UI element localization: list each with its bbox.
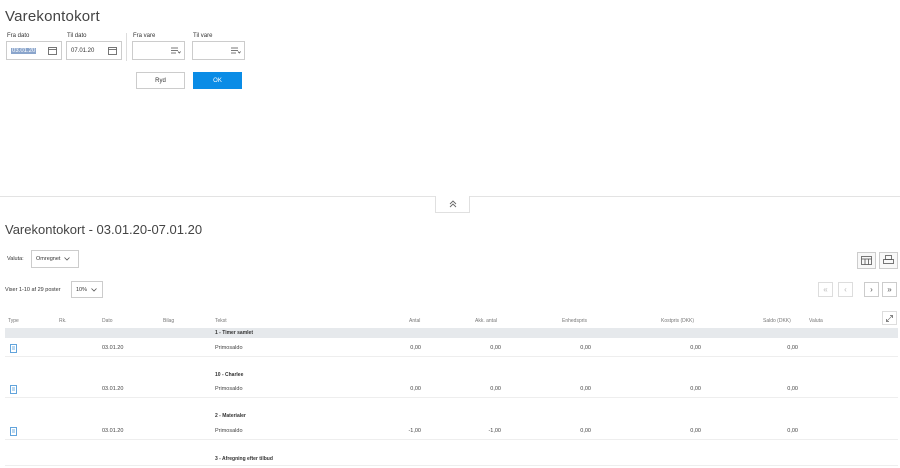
col-tekst[interactable]: Tekst: [215, 318, 227, 324]
col-kostpris[interactable]: Kostpris (DKK): [661, 318, 694, 324]
cell-enhedspris: 0,00: [580, 386, 591, 392]
list-lookup-icon[interactable]: [227, 42, 244, 59]
cell-dato: 03.01.20: [102, 386, 124, 392]
cell-kostpris: 0,00: [690, 428, 701, 434]
col-dato[interactable]: Dato: [102, 318, 113, 324]
collapse-filters-button[interactable]: [435, 196, 470, 213]
expand-icon: [886, 309, 893, 327]
calendar-icon[interactable]: [44, 42, 61, 59]
cell-tekst: Primosaldo: [215, 345, 243, 351]
next-page-button[interactable]: ›: [864, 282, 879, 297]
til-vare-label: Til vare: [193, 33, 213, 39]
paging-text: Viser 1-10 af 29 poster: [5, 287, 61, 293]
filter-separator: [126, 33, 127, 61]
cell-antal: 0,00: [410, 345, 421, 351]
clear-button[interactable]: Ryd: [136, 72, 185, 89]
currency-select[interactable]: Omregnet: [31, 250, 79, 268]
cell-akk-antal: 0,00: [490, 386, 501, 392]
currency-label: Valuta:: [7, 256, 24, 262]
expand-grid-button[interactable]: [882, 311, 897, 325]
report-title: Varekontokort - 03.01.20-07.01.20: [5, 222, 203, 237]
cell-saldo: 0,00: [787, 428, 798, 434]
print-button[interactable]: [879, 252, 898, 269]
col-saldo[interactable]: Saldo (DKK): [763, 318, 791, 324]
double-chevron-left-icon: «: [823, 285, 828, 294]
col-akk-antal[interactable]: Akk. antal: [475, 318, 497, 324]
group-header: 3 - Afregning efter tilbud: [215, 456, 273, 462]
col-rk[interactable]: Rk.: [59, 318, 67, 324]
double-chevron-right-icon: »: [887, 285, 892, 294]
col-enhedspris[interactable]: Enhedspris: [562, 318, 587, 324]
table-settings-button[interactable]: [857, 252, 876, 269]
cell-dato: 03.01.20: [102, 345, 124, 351]
chevron-left-icon: ‹: [844, 285, 847, 294]
last-page-button[interactable]: »: [882, 282, 897, 297]
calendar-icon[interactable]: [104, 42, 121, 59]
cell-kostpris: 0,00: [690, 386, 701, 392]
cell-tekst: Primosaldo: [215, 428, 243, 434]
previous-page-button[interactable]: ‹: [838, 282, 853, 297]
table-row[interactable]: 03.01.20 Primosaldo 0,00 0,00 0,00 0,00 …: [5, 340, 898, 357]
print-icon: [883, 252, 894, 270]
cell-dato: 03.01.20: [102, 428, 124, 434]
cell-antal: -1,00: [408, 428, 421, 434]
chevron-down-icon: [91, 287, 97, 292]
til-vare-field[interactable]: [192, 41, 245, 60]
double-chevron-up-icon: [449, 195, 457, 213]
document-icon[interactable]: [10, 344, 18, 353]
chevron-down-icon: [64, 257, 71, 261]
cell-kostpris: 0,00: [690, 345, 701, 351]
currency-select-value: Omregnet: [36, 256, 61, 262]
cell-antal: 0,00: [410, 386, 421, 392]
fra-dato-value[interactable]: 03.01.20: [7, 47, 44, 54]
group-header: 1 - Timer samlet: [5, 328, 898, 338]
col-antal[interactable]: Antal: [409, 318, 420, 324]
col-bilag[interactable]: Bilag: [163, 318, 174, 324]
fra-vare-label: Fra vare: [133, 33, 156, 39]
group-header: 10 - Charlee: [215, 372, 244, 378]
document-icon[interactable]: [10, 385, 18, 394]
chevron-right-icon: ›: [870, 285, 873, 294]
ok-button[interactable]: OK: [193, 72, 242, 89]
cell-enhedspris: 0,00: [580, 345, 591, 351]
fra-dato-field[interactable]: 03.01.20: [6, 41, 62, 60]
cell-tekst: Primosaldo: [215, 386, 243, 392]
row-divider: [5, 465, 898, 466]
first-page-button[interactable]: «: [818, 282, 833, 297]
cell-saldo: 0,00: [787, 345, 798, 351]
col-type[interactable]: Type: [8, 318, 19, 324]
til-dato-field[interactable]: 07.01.20: [66, 41, 122, 60]
document-icon[interactable]: [10, 427, 18, 436]
table-row[interactable]: 03.01.20 Primosaldo -1,00 -1,00 0,00 0,0…: [5, 423, 898, 440]
til-dato-label: Til dato: [67, 33, 87, 39]
cell-saldo: 0,00: [787, 386, 798, 392]
fra-dato-label: Fra dato: [7, 33, 30, 39]
page-title: Varekontokort: [5, 8, 100, 25]
fra-vare-field[interactable]: [132, 41, 185, 60]
cell-enhedspris: 0,00: [580, 428, 591, 434]
group-header: 2 - Materialer: [215, 413, 246, 419]
page-size-select[interactable]: 10%: [71, 281, 103, 298]
til-dato-value[interactable]: 07.01.20: [67, 48, 104, 54]
table-settings-icon: [861, 252, 872, 270]
grid-header: Type Rk. Dato Bilag Tekst Antal Akk. ant…: [0, 316, 900, 326]
table-row[interactable]: 03.01.20 Primosaldo 0,00 0,00 0,00 0,00 …: [5, 381, 898, 398]
page-size-value: 10%: [76, 286, 88, 293]
col-valuta[interactable]: Valuta: [809, 318, 823, 324]
cell-akk-antal: -1,00: [488, 428, 501, 434]
list-lookup-icon[interactable]: [167, 42, 184, 59]
cell-akk-antal: 0,00: [490, 345, 501, 351]
